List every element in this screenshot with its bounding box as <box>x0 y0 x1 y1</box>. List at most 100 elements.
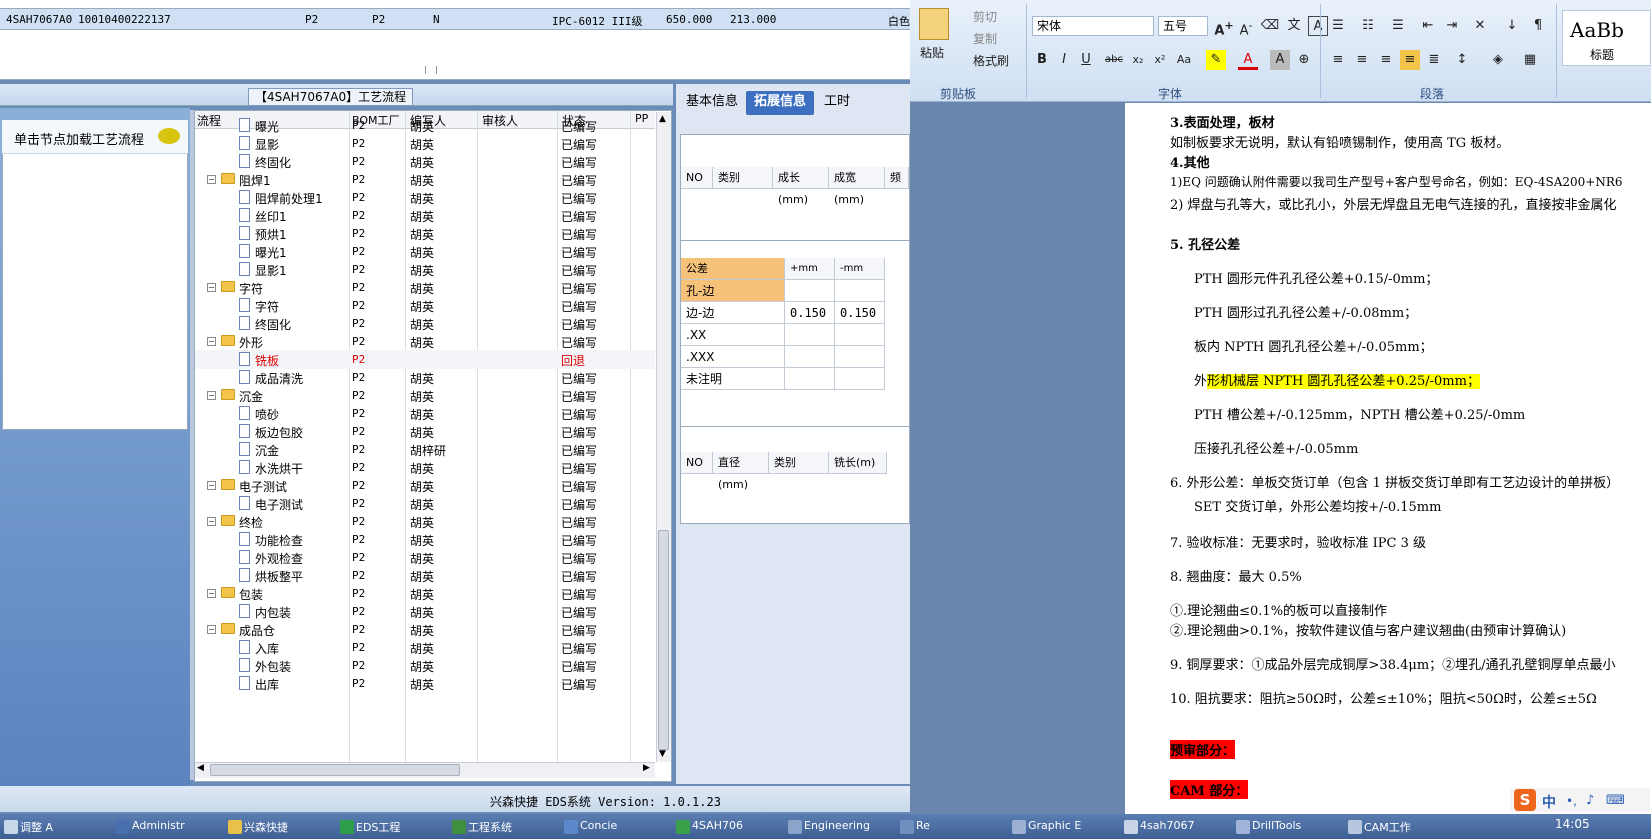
tree-row[interactable]: 终固化 P2 胡英 已编写 <box>195 152 655 171</box>
taskbar-item[interactable]: 4sah7067 <box>1122 819 1230 837</box>
font-size-box[interactable]: 五号 <box>1158 16 1208 36</box>
taskbar-item[interactable]: EDS工程 <box>338 819 446 837</box>
numbering-icon[interactable]: ☷ <box>1358 16 1378 36</box>
tree-row[interactable]: − 字符 P2 胡英 已编写 <box>195 278 655 297</box>
cut-button[interactable]: 剪切 <box>973 8 997 25</box>
taskbar-item[interactable]: Engineering <box>786 819 894 837</box>
ime-punct-icon[interactable]: •, <box>1566 794 1577 808</box>
clear-format-icon[interactable]: ⌫ <box>1260 16 1280 36</box>
collapse-toggle-icon[interactable]: − <box>207 337 216 346</box>
font-name-box[interactable]: 宋体 <box>1032 16 1154 36</box>
scroll-left-icon[interactable]: ◀ <box>197 763 204 773</box>
tolerance-plus[interactable] <box>785 280 835 302</box>
line-spacing-icon[interactable]: ↕ <box>1452 50 1472 70</box>
collapse-toggle-icon[interactable]: − <box>207 391 216 400</box>
increase-indent-icon[interactable]: ⇥ <box>1442 16 1462 36</box>
show-marks-icon[interactable]: ¶ <box>1528 16 1548 36</box>
tree-row[interactable]: 显影1 P2 胡英 已编写 <box>195 260 655 279</box>
collapse-toggle-icon[interactable]: − <box>207 481 216 490</box>
clock[interactable]: 14:05 <box>1555 817 1590 831</box>
tree-row[interactable]: 烘板整平 P2 胡英 已编写 <box>195 566 655 585</box>
tree-row[interactable]: − 包装 P2 胡英 已编写 <box>195 584 655 603</box>
taskbar-item[interactable]: Re <box>898 819 1006 837</box>
chinese-layout-icon[interactable]: ✕ <box>1470 16 1490 36</box>
bold-icon[interactable]: B <box>1032 50 1052 70</box>
align-right-icon[interactable]: ≡ <box>1376 50 1396 70</box>
distributed-icon[interactable]: ≣ <box>1424 50 1444 70</box>
tree-row[interactable]: 电子测试 P2 胡英 已编写 <box>195 494 655 513</box>
tab-basic-info[interactable]: 基本信息 <box>678 91 746 115</box>
change-case-icon[interactable]: Aa <box>1174 50 1194 70</box>
scroll-up-icon[interactable]: ▲ <box>659 114 666 124</box>
align-center-icon[interactable]: ≡ <box>1352 50 1372 70</box>
paste-icon[interactable] <box>919 8 949 40</box>
taskbar-item[interactable]: Administr <box>114 819 222 837</box>
strikethrough-icon[interactable]: abc <box>1104 50 1124 70</box>
highlight-icon[interactable]: ✎ <box>1206 50 1226 70</box>
tree-row[interactable]: 内包装 P2 胡英 已编写 <box>195 602 655 621</box>
flow-load-panel[interactable] <box>2 120 188 430</box>
tolerance-minus[interactable] <box>835 368 885 390</box>
taskbar-item[interactable]: 调整 A <box>2 819 110 837</box>
scroll-down-icon[interactable]: ▼ <box>659 749 666 759</box>
taskbar-item[interactable]: DrillTools <box>1234 819 1342 837</box>
sort-icon[interactable]: ↓ <box>1502 16 1522 36</box>
order-row[interactable]: 4SAH7067A0 10010400222137 P2 P2 N IPC-60… <box>0 8 910 30</box>
borders-icon[interactable]: ▦ <box>1520 50 1540 70</box>
tree-row[interactable]: 铣板 P2 回退 <box>195 350 655 369</box>
tab-extended-info[interactable]: 拓展信息 <box>746 91 815 115</box>
splitter-grip[interactable] <box>425 66 437 74</box>
taskbar-item[interactable]: 工程系统 <box>450 819 558 837</box>
decrease-indent-icon[interactable]: ⇤ <box>1418 16 1438 36</box>
tree-row[interactable]: 沉金 P2 胡梓研 已编写 <box>195 440 655 459</box>
tree-row[interactable]: 功能检查 P2 胡英 已编写 <box>195 530 655 549</box>
tree-row[interactable]: 喷砂 P2 胡英 已编写 <box>195 404 655 423</box>
tree-row[interactable]: − 外形 P2 胡英 已编写 <box>195 332 655 351</box>
tolerance-minus[interactable]: 0.150 <box>835 302 885 324</box>
tree-row[interactable]: − 阻焊1 P2 胡英 已编写 <box>195 170 655 189</box>
collapse-toggle-icon[interactable]: − <box>207 625 216 634</box>
taskbar-item[interactable]: 兴森快捷 <box>226 819 334 837</box>
tree-row[interactable]: − 沉金 P2 胡英 已编写 <box>195 386 655 405</box>
subscript-icon[interactable]: x₂ <box>1128 50 1148 70</box>
keyboard-icon[interactable]: ⌨ <box>1606 793 1625 808</box>
tolerance-plus[interactable]: 0.150 <box>785 302 835 324</box>
taskbar-item[interactable]: Concie <box>562 819 670 837</box>
tree-row[interactable]: 字符 P2 胡英 已编写 <box>195 296 655 315</box>
paste-button[interactable]: 粘贴 <box>920 44 944 61</box>
tab-work-hours[interactable]: 工时 <box>816 91 858 115</box>
copy-button[interactable]: 复制 <box>973 30 997 47</box>
bullets-icon[interactable]: ☰ <box>1328 16 1348 36</box>
superscript-icon[interactable]: x² <box>1150 50 1170 70</box>
scroll-right-icon[interactable]: ▶ <box>643 763 650 773</box>
tree-row[interactable]: 预烘1 P2 胡英 已编写 <box>195 224 655 243</box>
taskbar-item[interactable]: CAM工作 <box>1346 819 1454 837</box>
char-border-icon[interactable]: A <box>1308 16 1328 36</box>
enclose-char-icon[interactable]: ⊕ <box>1294 50 1314 70</box>
tolerance-minus[interactable] <box>835 324 885 346</box>
tree-row[interactable]: − 成品仓 P2 胡英 已编写 <box>195 620 655 639</box>
taskbar-item[interactable]: Graphic E <box>1010 819 1118 837</box>
format-painter-button[interactable]: 格式刷 <box>973 52 1009 69</box>
tolerance-plus[interactable] <box>785 368 835 390</box>
tree-row[interactable]: − 电子测试 P2 胡英 已编写 <box>195 476 655 495</box>
tolerance-plus[interactable] <box>785 346 835 368</box>
collapse-toggle-icon[interactable]: − <box>207 589 216 598</box>
tolerance-minus[interactable] <box>835 346 885 368</box>
tree-row[interactable]: 出库 P2 胡英 已编写 <box>195 674 655 693</box>
italic-icon[interactable]: I <box>1054 50 1074 70</box>
tree-row[interactable]: 外观检查 P2 胡英 已编写 <box>195 548 655 567</box>
tree-row[interactable]: 显影 P2 胡英 已编写 <box>195 134 655 153</box>
tree-row[interactable]: 板边包胶 P2 胡英 已编写 <box>195 422 655 441</box>
underline-icon[interactable]: U <box>1076 50 1096 70</box>
char-shading-icon[interactable]: A <box>1270 50 1290 70</box>
tree-row[interactable]: 成品清洗 P2 胡英 已编写 <box>195 368 655 387</box>
taskbar-item[interactable]: 4SAH706 <box>674 819 782 837</box>
tree-row[interactable]: 丝印1 P2 胡英 已编写 <box>195 206 655 225</box>
tree-row[interactable]: 入库 P2 胡英 已编写 <box>195 638 655 657</box>
sogou-icon[interactable]: S <box>1514 789 1536 811</box>
collapse-toggle-icon[interactable]: − <box>207 283 216 292</box>
phonetic-icon[interactable]: 文 <box>1284 16 1304 36</box>
tree-hscroll-thumb[interactable] <box>210 764 460 776</box>
tree-row[interactable]: 水洗烘干 P2 胡英 已编写 <box>195 458 655 477</box>
